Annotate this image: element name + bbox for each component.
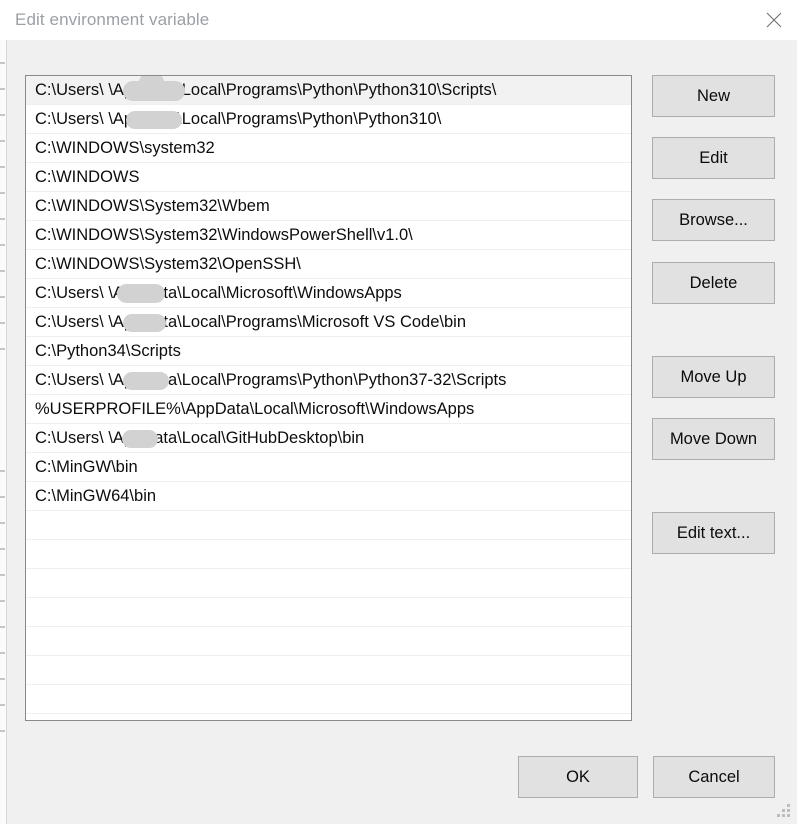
redaction-block: [123, 314, 166, 332]
list-item-path: C:\Users\ \AppData\Local\Programs\Python…: [35, 110, 442, 128]
move-down-button[interactable]: Move Down: [652, 418, 775, 460]
redaction-block: [123, 372, 169, 390]
grip-dot: [782, 809, 785, 812]
ok-button[interactable]: OK: [518, 756, 638, 798]
background-window-fragment: [0, 270, 5, 272]
background-window-fragment: [0, 166, 5, 168]
list-item[interactable]: C:\Users\ \AppData\Local\Programs\Python…: [26, 105, 631, 134]
background-window-edge: [0, 40, 7, 824]
title-bar: Edit environment variable: [0, 0, 797, 40]
background-window-fragment: [0, 574, 5, 576]
list-item-path: C:\MinGW\bin: [35, 458, 138, 476]
browse-button[interactable]: Browse...: [652, 199, 775, 241]
move-up-button[interactable]: Move Up: [652, 356, 775, 398]
list-item-path: C:\WINDOWS\System32\OpenSSH\: [35, 255, 301, 273]
list-item[interactable]: [26, 569, 631, 598]
background-window-fragment: [0, 296, 5, 298]
background-window-fragment: [0, 704, 5, 706]
background-window-fragment: [0, 496, 5, 498]
list-item[interactable]: %USERPROFILE%\AppData\Local\Microsoft\Wi…: [26, 395, 631, 424]
background-window-fragment: [0, 600, 5, 602]
grip-dot: [787, 814, 790, 817]
list-item[interactable]: C:\Users\ \AppData\Local\Programs\Python…: [26, 76, 631, 105]
list-item-path: C:\WINDOWS\System32\Wbem: [35, 197, 270, 215]
background-window-fragment: [0, 470, 5, 472]
list-item[interactable]: C:\WINDOWS\System32\OpenSSH\: [26, 250, 631, 279]
edit-text-button[interactable]: Edit text...: [652, 512, 775, 554]
list-item-path: C:\Users\ \AppData\Local\Programs\Micros…: [35, 313, 467, 331]
background-window-fragment: [0, 62, 5, 64]
close-icon: [751, 11, 797, 29]
list-item[interactable]: C:\Users\ \AppData\Local\GitHubDesktop\b…: [26, 424, 631, 453]
background-window-fragment: [0, 678, 5, 680]
background-window-fragment: [0, 348, 5, 350]
background-window-fragment: [0, 652, 5, 654]
grip-dot: [782, 814, 785, 817]
list-item-path: C:\Users\ \AppData\Local\Programs\Python…: [35, 371, 507, 389]
resize-grip-icon[interactable]: [777, 804, 793, 820]
edit-environment-variable-dialog: Edit environment variable C:\Users\ \App…: [0, 0, 797, 824]
background-window-fragment: [0, 218, 5, 220]
background-window-fragment: [0, 548, 5, 550]
list-item[interactable]: [26, 540, 631, 569]
list-item-path: C:\Users\ \AppData\Local\Programs\Python…: [35, 81, 497, 99]
edit-button[interactable]: Edit: [652, 137, 775, 179]
list-item-path: C:\WINDOWS\System32\WindowsPowerShell\v1…: [35, 226, 413, 244]
redaction-block: [117, 284, 165, 303]
list-item-path: C:\WINDOWS\system32: [35, 139, 215, 157]
background-window-fragment: [0, 730, 5, 732]
list-item[interactable]: C:\WINDOWS\System32\WindowsPowerShell\v1…: [26, 221, 631, 250]
list-item[interactable]: C:\MinGW\bin: [26, 453, 631, 482]
list-item[interactable]: [26, 627, 631, 656]
redaction-block: [122, 430, 158, 448]
list-item-path: C:\Users\ \AppData\Local\Microsoft\Windo…: [35, 284, 402, 302]
background-window-fragment: [0, 88, 5, 90]
close-button[interactable]: [751, 0, 797, 40]
delete-button[interactable]: Delete: [652, 262, 775, 304]
list-item[interactable]: C:\WINDOWS: [26, 163, 631, 192]
grip-dot: [787, 804, 790, 807]
background-window-fragment: [0, 244, 5, 246]
grip-dot: [777, 814, 780, 817]
list-item[interactable]: C:\Users\ \AppData\Local\Microsoft\Windo…: [26, 279, 631, 308]
background-window-fragment: [0, 522, 5, 524]
list-item-path: %USERPROFILE%\AppData\Local\Microsoft\Wi…: [35, 400, 475, 418]
new-button[interactable]: New: [652, 75, 775, 117]
grip-dot: [787, 809, 790, 812]
list-item[interactable]: [26, 656, 631, 685]
list-item[interactable]: [26, 598, 631, 627]
list-item-path: C:\Python34\Scripts: [35, 342, 181, 360]
background-window-fragment: [0, 114, 5, 116]
list-item-path: C:\MinGW64\bin: [35, 487, 157, 505]
list-item[interactable]: C:\WINDOWS\System32\Wbem: [26, 192, 631, 221]
background-window-fragment: [0, 192, 5, 194]
page-title: Edit environment variable: [15, 10, 210, 29]
list-item-path: C:\WINDOWS: [35, 168, 140, 186]
path-list[interactable]: C:\Users\ \AppData\Local\Programs\Python…: [25, 75, 632, 721]
list-item[interactable]: C:\Python34\Scripts: [26, 337, 631, 366]
redaction-block: [126, 111, 182, 129]
list-item[interactable]: C:\MinGW64\bin: [26, 482, 631, 511]
redaction-block: [123, 76, 185, 101]
cancel-button[interactable]: Cancel: [653, 756, 775, 798]
background-window-fragment: [0, 626, 5, 628]
list-item[interactable]: C:\WINDOWS\system32: [26, 134, 631, 163]
background-window-fragment: [0, 140, 5, 142]
background-window-fragment: [0, 322, 5, 324]
list-item[interactable]: [26, 511, 631, 540]
list-item[interactable]: C:\Users\ \AppData\Local\Programs\Python…: [26, 366, 631, 395]
list-item[interactable]: C:\Users\ \AppData\Local\Programs\Micros…: [26, 308, 631, 337]
list-item-path: C:\Users\ \AppData\Local\GitHubDesktop\b…: [35, 429, 365, 447]
list-item[interactable]: [26, 685, 631, 714]
